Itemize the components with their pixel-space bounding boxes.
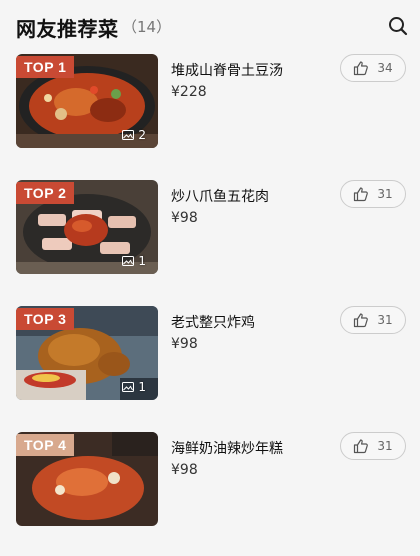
dish-name: 老式整只炸鸡 <box>171 315 255 331</box>
dish-photo[interactable]: TOP 3 1 <box>16 306 158 400</box>
dish-price: ¥98 <box>171 210 198 226</box>
page-title: 网友推荐菜 <box>16 17 119 41</box>
rank-badge: TOP 4 <box>16 434 75 456</box>
like-count: 31 <box>377 439 393 453</box>
list-item[interactable]: TOP 4 海鲜奶油辣炒年糕 ¥98 31 <box>0 430 420 556</box>
photo-count-value: 1 <box>138 380 146 394</box>
rank-badge: TOP 2 <box>16 182 75 204</box>
dish-photo[interactable]: TOP 2 1 <box>16 180 158 274</box>
photo-count: 1 <box>122 380 146 394</box>
thumbs-up-icon <box>354 61 369 76</box>
image-icon <box>122 256 135 266</box>
dish-photo[interactable]: TOP 4 <box>16 432 158 526</box>
search-icon[interactable] <box>388 16 408 36</box>
dish-price: ¥98 <box>171 336 198 352</box>
dish-price: ¥98 <box>171 462 198 478</box>
photo-count: 1 <box>122 254 146 268</box>
like-count: 31 <box>377 187 393 201</box>
like-button[interactable]: 31 <box>340 306 406 334</box>
dish-price: ¥228 <box>171 84 207 100</box>
list-item[interactable]: TOP 3 1 老式整只炸鸡 ¥98 31 <box>0 304 420 430</box>
dish-list: TOP 1 2 堆成山脊骨土豆汤 ¥228 34 TOP 2 1 炒八爪鱼五花肉… <box>0 52 420 556</box>
like-button[interactable]: 31 <box>340 432 406 460</box>
rank-badge: TOP 3 <box>16 308 75 330</box>
dish-photo[interactable]: TOP 1 2 <box>16 54 158 148</box>
header: 网友推荐菜 （14） <box>0 0 420 52</box>
list-item[interactable]: TOP 1 2 堆成山脊骨土豆汤 ¥228 34 <box>0 52 420 178</box>
photo-count-value: 2 <box>138 128 146 142</box>
thumbs-up-icon <box>354 439 369 454</box>
image-icon <box>122 130 135 140</box>
like-count: 34 <box>377 61 393 75</box>
dish-name: 堆成山脊骨土豆汤 <box>171 63 283 79</box>
dish-name: 海鲜奶油辣炒年糕 <box>171 441 283 457</box>
dish-name: 炒八爪鱼五花肉 <box>171 189 269 205</box>
photo-count-value: 1 <box>138 254 146 268</box>
thumbs-up-icon <box>354 187 369 202</box>
image-icon <box>122 382 135 392</box>
dish-count: （14） <box>122 18 172 36</box>
like-count: 31 <box>377 313 393 327</box>
like-button[interactable]: 31 <box>340 180 406 208</box>
list-item[interactable]: TOP 2 1 炒八爪鱼五花肉 ¥98 31 <box>0 178 420 304</box>
photo-count: 2 <box>122 128 146 142</box>
like-button[interactable]: 34 <box>340 54 406 82</box>
rank-badge: TOP 1 <box>16 56 75 78</box>
thumbs-up-icon <box>354 313 369 328</box>
